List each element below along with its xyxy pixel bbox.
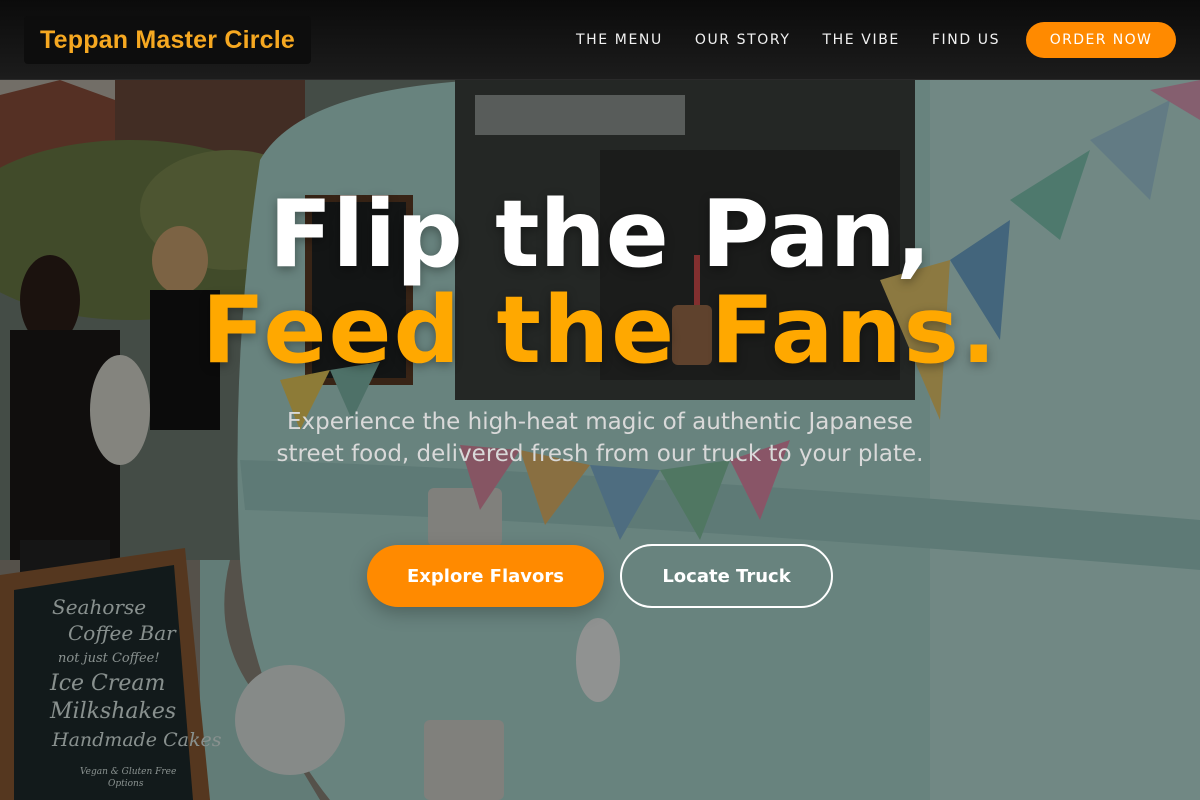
hero-section: Flip the Pan, Feed the Fans. Experience … [0, 80, 1200, 800]
explore-flavors-button[interactable]: Explore Flavors [367, 545, 604, 607]
main-nav: THE MENU OUR STORY THE VIBE FIND US [560, 0, 1032, 80]
hero-headline: Flip the Pan, Feed the Fans. [0, 186, 1200, 378]
nav-link-the-vibe[interactable]: THE VIBE [823, 32, 900, 48]
order-now-button[interactable]: ORDER NOW [1026, 22, 1176, 58]
headline-line-2: Feed the Fans. [201, 276, 999, 384]
headline-line-1: Flip the Pan, [268, 180, 932, 288]
nav-link-the-menu[interactable]: THE MENU [576, 32, 663, 48]
nav-link-find-us[interactable]: FIND US [932, 32, 1000, 48]
hero-subtitle: Experience the high-heat magic of authen… [276, 409, 924, 467]
nav-link-our-story[interactable]: OUR STORY [695, 32, 791, 48]
locate-truck-button[interactable]: Locate Truck [620, 544, 833, 608]
top-navbar: Teppan Master Circle THE MENU OUR STORY … [0, 0, 1200, 80]
brand-logo[interactable]: Teppan Master Circle [24, 16, 312, 64]
